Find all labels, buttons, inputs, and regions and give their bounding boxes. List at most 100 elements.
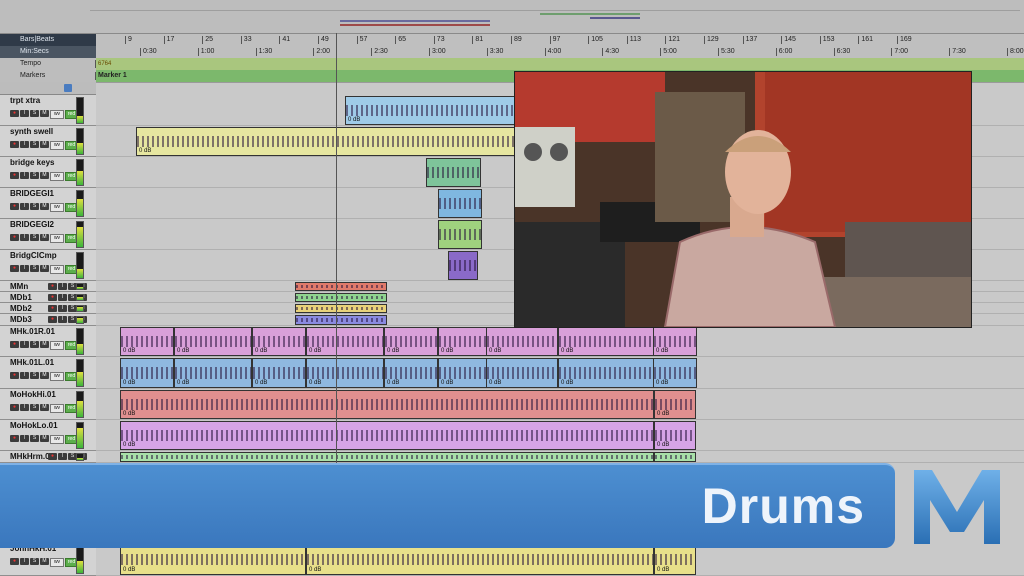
audio-clip[interactable]: 0 dB xyxy=(653,327,697,356)
mute-button[interactable]: M xyxy=(40,234,49,241)
input-monitor-button[interactable]: I xyxy=(58,453,67,460)
audio-clip[interactable] xyxy=(295,293,387,302)
audio-clip[interactable]: 0 dB xyxy=(136,127,516,156)
session-overview[interactable] xyxy=(0,0,1024,34)
track-header[interactable]: synth swell ● I S Mwv red xyxy=(0,126,96,157)
input-monitor-button[interactable]: I xyxy=(58,283,67,290)
record-button[interactable]: ● xyxy=(10,234,19,241)
track-view-selector[interactable]: wv xyxy=(50,372,64,381)
mute-button[interactable]: M xyxy=(40,341,49,348)
input-monitor-button[interactable]: I xyxy=(20,141,29,148)
solo-button[interactable]: S xyxy=(30,234,39,241)
input-monitor-button[interactable]: I xyxy=(20,265,29,272)
track-name[interactable]: MDb3 xyxy=(10,315,32,324)
audio-clip[interactable]: 0 dB xyxy=(120,358,174,388)
track-view-selector[interactable]: wv xyxy=(50,234,64,243)
track-lane[interactable] xyxy=(96,451,1024,463)
input-monitor-button[interactable]: I xyxy=(20,341,29,348)
track-name[interactable]: trpt xtra xyxy=(10,96,40,105)
audio-clip[interactable] xyxy=(438,189,482,218)
track-name[interactable]: MDb1 xyxy=(10,293,32,302)
record-button[interactable]: ● xyxy=(48,453,57,460)
record-button[interactable]: ● xyxy=(10,558,19,565)
track-view-selector[interactable]: wv xyxy=(50,265,64,274)
mute-button[interactable]: M xyxy=(40,203,49,210)
track-header[interactable]: MDb2●ISM xyxy=(0,303,96,314)
audio-clip[interactable]: 0 dB xyxy=(120,327,174,356)
audio-clip[interactable]: 0 dB xyxy=(384,327,438,356)
input-monitor-button[interactable]: I xyxy=(20,435,29,442)
input-monitor-button[interactable]: I xyxy=(20,404,29,411)
track-options-icon[interactable] xyxy=(64,84,72,92)
record-button[interactable]: ● xyxy=(10,265,19,272)
input-monitor-button[interactable]: I xyxy=(58,305,67,312)
audio-clip[interactable]: 0 dB xyxy=(558,358,658,388)
audio-clip[interactable]: 0 dB xyxy=(558,327,658,356)
track-header[interactable]: BRIDGEGI1 ● I S Mwv red xyxy=(0,188,96,219)
track-lane[interactable]: 0 dB 0 dB 0 dB 0 dB 0 dB 0 dB 0 dB 0 dB 0 dB xyxy=(96,326,1024,357)
mute-button[interactable]: M xyxy=(40,265,49,272)
track-header[interactable]: MHk.01L.01 ● I S Mwv red xyxy=(0,357,96,389)
solo-button[interactable]: S xyxy=(30,341,39,348)
audio-clip[interactable]: 0 dB xyxy=(486,327,558,356)
track-lane[interactable]: 0 dB 0 dB xyxy=(96,389,1024,420)
record-button[interactable]: ● xyxy=(10,435,19,442)
solo-button[interactable]: S xyxy=(30,265,39,272)
track-view-selector[interactable]: wv xyxy=(50,110,64,119)
track-view-selector[interactable]: wv xyxy=(50,141,64,150)
track-header[interactable]: MHkHrm.01●ISM xyxy=(0,451,96,463)
record-button[interactable]: ● xyxy=(10,341,19,348)
record-button[interactable]: ● xyxy=(48,305,57,312)
mute-button[interactable]: M xyxy=(40,172,49,179)
record-button[interactable]: ● xyxy=(10,372,19,379)
solo-button[interactable]: S xyxy=(30,435,39,442)
audio-clip[interactable]: 0 dB xyxy=(653,358,697,388)
audio-clip[interactable]: 0 dB xyxy=(654,421,696,450)
audio-clip[interactable]: 0 dB xyxy=(174,358,252,388)
audio-clip[interactable]: 0 dB xyxy=(120,544,306,575)
solo-button[interactable]: S xyxy=(30,558,39,565)
mute-button[interactable]: M xyxy=(40,372,49,379)
input-monitor-button[interactable]: I xyxy=(20,372,29,379)
track-header[interactable]: MHk.01R.01 ● I S Mwv red xyxy=(0,326,96,357)
input-monitor-button[interactable]: I xyxy=(58,294,67,301)
track-view-selector[interactable]: wv xyxy=(50,341,64,350)
audio-clip[interactable]: 0 dB xyxy=(306,327,384,356)
record-button[interactable]: ● xyxy=(10,141,19,148)
track-header[interactable]: BridgClCmp ● I S Mwv red xyxy=(0,250,96,281)
input-monitor-button[interactable]: I xyxy=(20,558,29,565)
audio-clip[interactable] xyxy=(426,158,481,187)
audio-clip[interactable]: 0 dB xyxy=(306,358,384,388)
track-header[interactable]: MDb3●ISM xyxy=(0,314,96,326)
input-monitor-button[interactable]: I xyxy=(20,203,29,210)
solo-button[interactable]: S xyxy=(30,372,39,379)
track-name[interactable]: MHk.01L.01 xyxy=(10,358,54,367)
track-view-selector[interactable]: wv xyxy=(50,203,64,212)
mute-button[interactable]: M xyxy=(40,558,49,565)
input-monitor-button[interactable]: I xyxy=(20,234,29,241)
track-header[interactable]: trpt xtra ● I S Mwv red xyxy=(0,95,96,126)
audio-clip[interactable]: 0 dB xyxy=(654,390,696,419)
track-header[interactable]: MMn●ISM xyxy=(0,281,96,292)
solo-button[interactable]: S xyxy=(30,404,39,411)
record-button[interactable]: ● xyxy=(10,172,19,179)
audio-clip[interactable]: 0 dB xyxy=(486,358,558,388)
record-button[interactable]: ● xyxy=(48,283,57,290)
audio-clip[interactable] xyxy=(295,315,387,325)
audio-clip[interactable]: 0 dB xyxy=(120,390,654,419)
track-name[interactable]: MMn xyxy=(10,282,28,291)
record-button[interactable]: ● xyxy=(48,294,57,301)
track-name[interactable]: synth swell xyxy=(10,127,53,136)
audio-clip[interactable] xyxy=(438,220,482,249)
audio-clip[interactable] xyxy=(120,452,654,462)
audio-clip[interactable] xyxy=(295,304,387,313)
track-view-selector[interactable]: wv xyxy=(50,435,64,444)
audio-clip[interactable]: 0 dB xyxy=(252,358,306,388)
mute-button[interactable]: M xyxy=(40,435,49,442)
record-button[interactable]: ● xyxy=(10,203,19,210)
marker-1[interactable]: Marker 1 xyxy=(95,70,127,82)
audio-clip[interactable]: 0 dB xyxy=(174,327,252,356)
track-name[interactable]: MoHokHi.01 xyxy=(10,390,56,399)
audio-clip[interactable]: 0 dB xyxy=(120,421,654,450)
playhead[interactable] xyxy=(336,33,337,463)
